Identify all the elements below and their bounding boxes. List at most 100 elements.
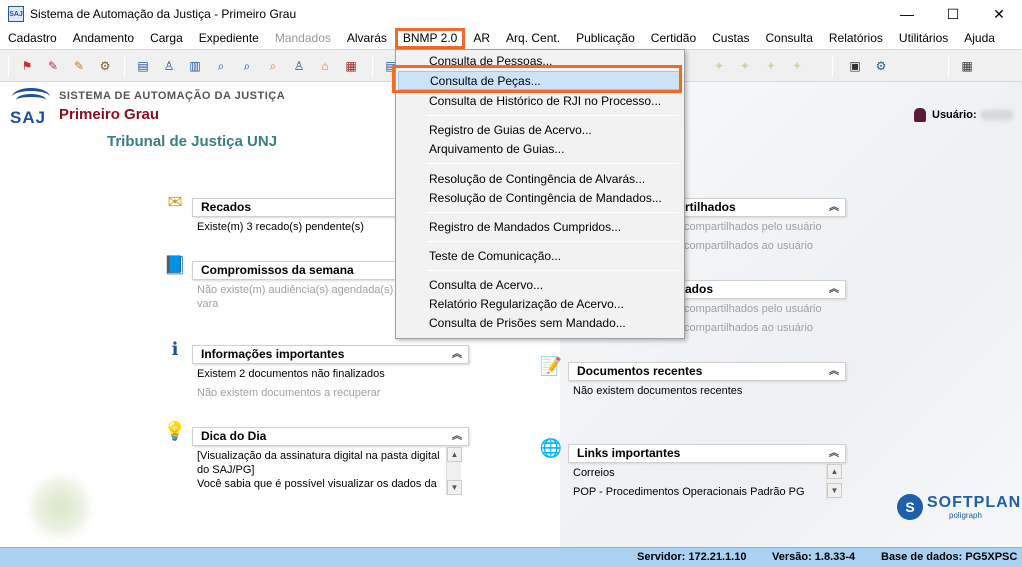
person-document-icon[interactable]: ♙ [160, 57, 178, 75]
report-icon[interactable]: ▣ [846, 57, 864, 75]
collapse-icon[interactable]: ︽ [829, 281, 839, 298]
flag-icon[interactable]: ⚑ [18, 57, 36, 75]
menu-teste-comunicacao[interactable]: Teste de Comunicação... [398, 247, 682, 266]
close-button[interactable]: ✕ [976, 0, 1022, 28]
menu-certidao[interactable]: Certidão [643, 28, 704, 49]
arrow-icon[interactable]: ✦ [736, 57, 754, 75]
menu-utilitarios[interactable]: Utilitários [891, 28, 956, 49]
panel-header[interactable]: Informações importantes ︽ [192, 345, 469, 364]
panel-header[interactable]: Documentos recentes ︽ [568, 362, 846, 381]
links-scrollbar[interactable]: ▲ ▼ [826, 464, 842, 500]
document-search-icon[interactable]: ⌕ [212, 57, 230, 75]
menu-mandados[interactable]: Mandados [267, 28, 339, 49]
recados-icon: ✉ [167, 191, 183, 212]
panel-title: Documentos recentes [577, 364, 703, 378]
lightbulb-icon: 💡 [163, 420, 187, 441]
calendar-icon[interactable]: ▦ [342, 57, 360, 75]
menu-contingencia-alvaras[interactable]: Resolução de Contingência de Alvarás... [398, 170, 682, 189]
menu-consulta-prisoes[interactable]: Consulta de Prisões sem Mandado... [398, 314, 682, 333]
recados-line[interactable]: Existe(m) 3 recado(s) pendente(s) [197, 221, 364, 233]
scroll-up-icon[interactable]: ▲ [447, 447, 462, 462]
menu-alvaras[interactable]: Alvarás [339, 28, 395, 49]
collapse-icon[interactable]: ︽ [829, 363, 839, 380]
collapse-icon[interactable]: ︽ [829, 199, 839, 216]
tribunal-name: Tribunal de Justiça UNJ [107, 133, 278, 150]
scroll-up-icon[interactable]: ▲ [827, 464, 842, 479]
menu-cadastro[interactable]: Cadastro [0, 28, 65, 49]
search-folder-icon[interactable]: ⌕ [264, 57, 282, 75]
menu-arquivamento-guias[interactable]: Arquivamento de Guias... [398, 140, 682, 159]
search-icon[interactable]: ⌕ [238, 57, 256, 75]
notepad-icon: 📝 [539, 355, 563, 376]
menu-consulta[interactable]: Consulta [758, 28, 821, 49]
saj-logo-block: SAJ SISTEMA DE AUTOMAÇÃO DA JUSTIÇA Prim… [10, 82, 310, 130]
info-icon: ℹ [171, 338, 179, 359]
maximize-button[interactable]: ☐ [930, 0, 976, 28]
settings-icon[interactable]: ⚙ [872, 57, 890, 75]
menu-consulta-acervo[interactable]: Consulta de Acervo... [398, 276, 682, 295]
user-icon [914, 108, 926, 122]
panel-dica: 💡 Dica do Dia ︽ [Visualização da assinat… [162, 419, 472, 499]
status-servidor: Servidor: 172.21.1.10 [637, 551, 747, 563]
title-bar: SAJ Sistema de Automação da Justiça - Pr… [0, 0, 1022, 28]
arrow-icon[interactable]: ✦ [788, 57, 806, 75]
scroll-down-icon[interactable]: ▼ [827, 483, 842, 498]
tag-icon[interactable]: ✎ [44, 57, 62, 75]
collapse-icon[interactable]: ︽ [452, 346, 462, 363]
grau-title: Primeiro Grau [59, 106, 160, 123]
panel-title: rtilhados [685, 200, 736, 214]
menu-expediente[interactable]: Expediente [191, 28, 267, 49]
compartilhados-line: compartilhados ao usuário [684, 322, 814, 334]
menu-separator [427, 115, 679, 116]
softplan-mark-icon: S [897, 494, 923, 520]
highlight-annotation [392, 65, 682, 93]
toolbar-separator [948, 55, 949, 77]
dica-line: [Visualização da assinatura digital na p… [197, 450, 440, 462]
menu-ajuda[interactable]: Ajuda [956, 28, 1003, 49]
tag-edit-icon[interactable]: ✎ [70, 57, 88, 75]
scroll-down-icon[interactable]: ▼ [447, 480, 462, 495]
menu-contingencia-mandados[interactable]: Resolução de Contingência de Mandados... [398, 189, 682, 208]
menu-registro-guias-acervo[interactable]: Registro de Guias de Acervo... [398, 121, 682, 140]
document-person-icon[interactable]: ♙ [290, 57, 308, 75]
dica-line: Você sabia que é possível visualizar os … [197, 478, 437, 490]
arrow-icon[interactable]: ✦ [710, 57, 728, 75]
saj-logo-text: SAJ [10, 108, 47, 127]
menu-bnmp[interactable]: BNMP 2.0 [394, 28, 466, 49]
documentos-line: Não existem documentos recentes [573, 385, 743, 397]
arrow-icon[interactable]: ✦ [762, 57, 780, 75]
document-icon[interactable]: ▤ [134, 57, 152, 75]
dica-scrollbar[interactable]: ▲ ▼ [446, 447, 462, 495]
menu-relatorios[interactable]: Relatórios [821, 28, 891, 49]
menu-custas[interactable]: Custas [704, 28, 757, 49]
panel-title: Dica do Dia [201, 429, 267, 443]
compartilhados-line: compartilhados pelo usuário [684, 221, 822, 233]
menu-andamento[interactable]: Andamento [65, 28, 142, 49]
link-item[interactable]: Correios [573, 467, 615, 479]
menu-separator [427, 270, 679, 271]
tag-group-icon[interactable]: ⚙ [96, 57, 114, 75]
minimize-button[interactable]: — [884, 0, 930, 28]
user-name-blurred [980, 110, 1013, 120]
menu-ar[interactable]: AR [465, 28, 498, 49]
blurred-avatar [30, 477, 90, 537]
menu-arq-cent[interactable]: Arq. Cent. [498, 28, 568, 49]
informacoes-line[interactable]: Existem 2 documentos não finalizados [197, 368, 385, 380]
home-icon[interactable]: ⌂ [316, 57, 334, 75]
calculator-icon[interactable]: ▦ [958, 57, 976, 75]
panel-header[interactable]: Dica do Dia ︽ [192, 427, 469, 446]
menu-carga[interactable]: Carga [142, 28, 191, 49]
panel-header[interactable]: Links importantes ︽ [568, 444, 846, 463]
menu-publicacao[interactable]: Publicação [568, 28, 643, 49]
collapse-icon[interactable]: ︽ [829, 445, 839, 462]
softplan-logo: S SOFTPLAN poligraph [897, 494, 1021, 520]
document-link-icon[interactable]: ▥ [186, 57, 204, 75]
menu-registro-mandados-cumpridos[interactable]: Registro de Mandados Cumpridos... [398, 218, 682, 237]
menu-bar: Cadastro Andamento Carga Expediente Mand… [0, 28, 1022, 49]
collapse-icon[interactable]: ︽ [452, 428, 462, 445]
panel-title: Links importantes [577, 446, 681, 460]
menu-consulta-historico-rji[interactable]: Consulta de Histórico de RJI no Processo… [398, 92, 682, 111]
link-item[interactable]: POP - Procedimentos Operacionais Padrão … [573, 486, 805, 498]
menu-relatorio-regularizacao[interactable]: Relatório Regularização de Acervo... [398, 295, 682, 314]
panel-title: ados [685, 282, 714, 296]
